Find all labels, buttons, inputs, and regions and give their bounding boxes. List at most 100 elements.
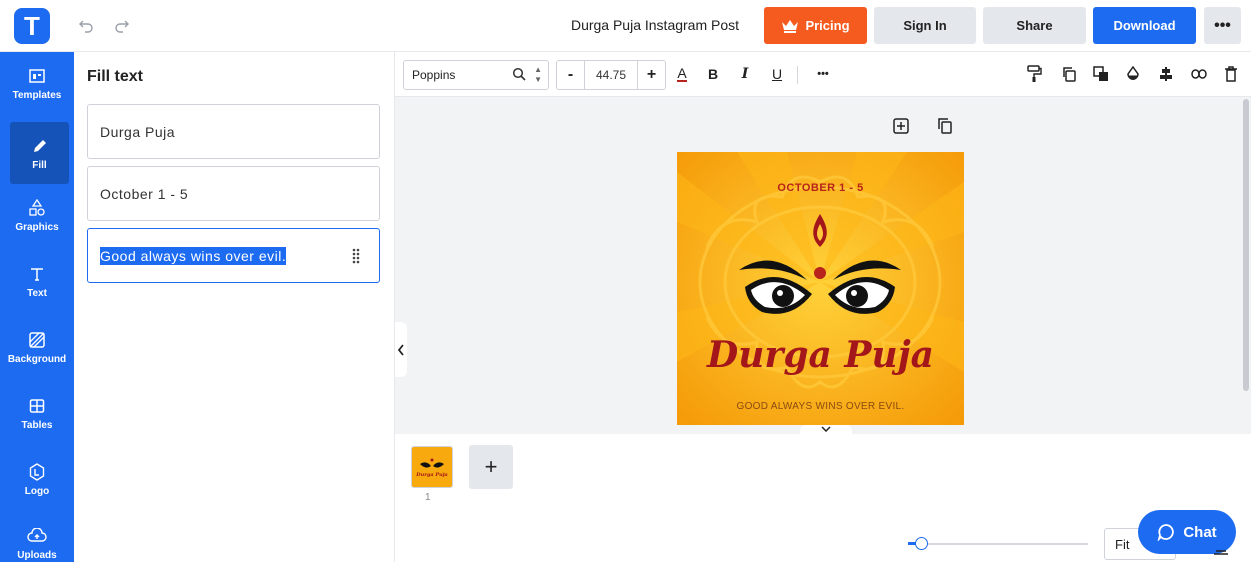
chat-bubble-icon [1157, 524, 1175, 541]
redo-icon [115, 20, 129, 33]
sidebar-item-label: Tables [21, 420, 53, 431]
layers-icon [1093, 66, 1108, 81]
sidebar-item-logo[interactable]: Logo [0, 448, 74, 510]
more-menu-button[interactable]: ••• [1204, 7, 1241, 44]
link-icon [1191, 69, 1207, 79]
templates-icon [26, 65, 48, 87]
logo-icon [26, 461, 48, 483]
fill-text-panel: Fill text Durga Puja October 1 - 5 Good … [74, 52, 395, 562]
sidebar-item-tables[interactable]: Tables [0, 382, 74, 444]
crown-icon [782, 19, 799, 33]
align-center-icon [1160, 67, 1172, 81]
top-bar: T Durga Puja Instagram Post Pricing Sign… [0, 0, 1251, 52]
app-window: T Durga Puja Instagram Post Pricing Sign… [0, 0, 1251, 562]
upload-cloud-icon [26, 525, 48, 547]
zoom-fit-label: Fit [1115, 537, 1130, 552]
sign-in-button[interactable]: Sign In [874, 7, 976, 44]
background-icon [26, 329, 48, 351]
align-button[interactable] [1156, 64, 1176, 84]
add-page-button[interactable]: + [469, 445, 513, 489]
shapes-icon [26, 197, 48, 219]
design-title-text[interactable]: Durga Puja [677, 334, 964, 376]
search-icon [512, 67, 526, 81]
panel-title: Fill text [87, 68, 144, 85]
design-canvas[interactable]: OCTOBER 1 - 5 Durga Puja GOOD ALWAYS WIN… [677, 152, 964, 425]
format-painter-button[interactable] [1024, 64, 1044, 84]
font-family-select[interactable]: Poppins ▲ ▼ [403, 60, 549, 90]
field-value: October 1 - 5 [100, 185, 189, 202]
share-button[interactable]: Share [983, 7, 1086, 44]
duplicate-page-tool[interactable] [936, 117, 956, 137]
text-icon [26, 263, 48, 285]
fill-text-field-title[interactable]: Durga Puja [87, 104, 380, 159]
fullscreen-icon[interactable] [1212, 543, 1230, 555]
canvas-scrollbar[interactable] [1243, 99, 1249, 391]
undo-icon [79, 20, 93, 33]
thumbnail-title: Durga Puja [415, 472, 448, 478]
pencil-icon [29, 135, 51, 157]
fill-text-field-tagline[interactable]: Good always wins over evil. [87, 228, 380, 283]
add-box-icon [893, 118, 909, 134]
paint-roller-icon [1027, 65, 1042, 82]
collapse-panel-button[interactable] [395, 322, 407, 377]
sidebar-item-graphics[interactable]: Graphics [0, 184, 74, 246]
logo-letter: T [24, 10, 40, 41]
opacity-button[interactable] [1123, 64, 1143, 84]
page-thumbnail[interactable]: Durga Puja [411, 446, 453, 488]
trash-icon [1225, 66, 1237, 82]
field-value: Durga Puja [100, 123, 176, 140]
fill-text-field-date[interactable]: October 1 - 5 [87, 166, 380, 221]
droplet-icon [1127, 66, 1139, 80]
design-date-text[interactable]: OCTOBER 1 - 5 [677, 182, 964, 194]
drag-handle-icon[interactable] [351, 247, 361, 265]
font-size-increase-button[interactable]: + [638, 66, 665, 84]
pages-strip: Durga Puja 1 + Fit [395, 434, 1251, 562]
text-color-icon: A [677, 65, 687, 82]
thumbnail-artwork: Durga Puja [412, 447, 452, 487]
link-button[interactable] [1189, 64, 1209, 84]
download-button[interactable]: Download [1093, 7, 1196, 44]
page-number: 1 [425, 492, 431, 503]
app-logo[interactable]: T [14, 8, 50, 44]
design-tagline-text[interactable]: GOOD ALWAYS WINS OVER EVIL. [677, 401, 964, 412]
chevron-left-icon [397, 343, 404, 356]
sidebar-item-templates[interactable]: Templates [0, 52, 74, 114]
pricing-button[interactable]: Pricing [764, 7, 867, 44]
font-size-stepper: - 44.75 + [556, 60, 666, 90]
sidebar-item-text[interactable]: Text [0, 250, 74, 312]
sidebar-item-uploads[interactable]: Uploads [0, 512, 74, 562]
field-value-selected: Good always wins over evil. [100, 246, 287, 265]
pricing-label: Pricing [805, 18, 850, 33]
italic-button[interactable]: I [735, 64, 755, 84]
add-page-tool[interactable] [892, 117, 912, 137]
duplicate-button[interactable] [1059, 64, 1079, 84]
undo-button[interactable] [72, 12, 100, 40]
sidebar-item-label: Uploads [17, 550, 57, 561]
sidebar-item-label: Text [27, 288, 47, 299]
sidebar-item-background[interactable]: Background [0, 316, 74, 378]
zoom-slider-track[interactable] [908, 543, 1088, 545]
document-title[interactable]: Durga Puja Instagram Post [560, 17, 750, 33]
redo-button[interactable] [108, 12, 136, 40]
font-size-input[interactable]: 44.75 [584, 61, 638, 89]
underline-button[interactable]: U [767, 64, 787, 84]
sidebar-item-label: Logo [24, 486, 50, 497]
sidebar-item-fill[interactable]: Fill [10, 122, 69, 184]
copy-icon [1063, 67, 1076, 82]
zoom-slider-handle[interactable] [915, 537, 928, 550]
bold-button[interactable]: B [703, 64, 723, 84]
font-stepper-icon[interactable]: ▲ ▼ [534, 65, 542, 85]
table-icon [26, 395, 48, 417]
sidebar-item-label: Graphics [15, 222, 59, 233]
sidebar-item-label: Fill [32, 160, 47, 171]
left-sidebar: Templates Fill Graphics Text Background [0, 52, 74, 562]
sidebar-item-label: Templates [12, 90, 62, 101]
more-text-options-button[interactable]: ••• [813, 64, 833, 84]
delete-button[interactable] [1221, 64, 1241, 84]
font-size-decrease-button[interactable]: - [557, 66, 584, 84]
text-color-button[interactable]: A [672, 64, 692, 84]
sidebar-item-label: Background [7, 354, 67, 365]
chat-label: Chat [1183, 523, 1217, 541]
chevron-down-icon [821, 426, 831, 433]
arrange-layers-button[interactable] [1091, 64, 1111, 84]
